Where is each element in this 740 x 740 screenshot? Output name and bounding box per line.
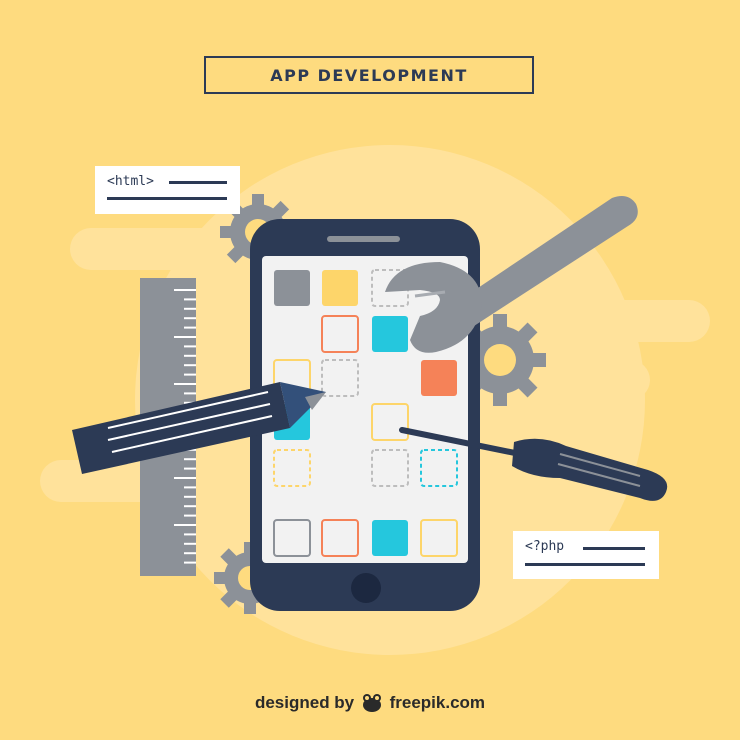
app-tile — [421, 360, 457, 396]
code-line — [583, 547, 645, 550]
html-tag-label: <html> — [107, 174, 154, 189]
code-line — [107, 197, 227, 200]
credit-brand: freepik.com — [389, 693, 486, 712]
app-tile — [372, 520, 408, 556]
freepik-credit: designed by freepik.com — [0, 693, 740, 713]
app-tile — [372, 316, 408, 352]
illustration: APP DEVELOPMENT <html> <?php designed by… — [0, 0, 740, 740]
credit-prefix: designed by — [254, 693, 355, 712]
html-code-card: <html> — [95, 166, 240, 214]
app-tile — [274, 270, 310, 306]
php-code-card: <?php — [513, 531, 659, 579]
code-line — [525, 563, 645, 566]
artwork — [40, 145, 710, 712]
php-tag-label: <?php — [525, 539, 565, 554]
code-line — [169, 181, 227, 184]
app-tile — [322, 270, 358, 306]
page-title: APP DEVELOPMENT — [204, 56, 534, 94]
